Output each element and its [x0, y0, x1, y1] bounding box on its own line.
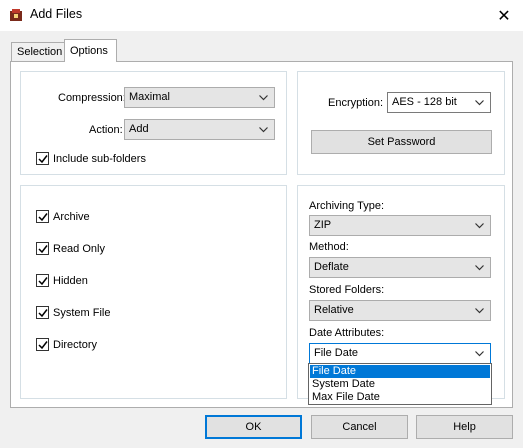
tab-selection[interactable]: Selection [11, 42, 66, 61]
help-button[interactable]: Help [416, 415, 513, 439]
checkmark-icon [38, 213, 48, 222]
system-file-label: System File [53, 307, 111, 319]
tab-options-label: Options [70, 45, 108, 57]
action-select[interactable]: Add [124, 119, 275, 140]
set-password-label: Set Password [367, 136, 436, 148]
dropdown-option-max-file-date[interactable]: Max File Date [310, 391, 490, 404]
system-file-checkbox[interactable] [36, 306, 49, 319]
title-bar: Add Files ✕ [0, 0, 523, 31]
checkmark-icon [38, 245, 48, 254]
app-icon [10, 9, 22, 21]
read-only-label: Read Only [53, 243, 105, 255]
tab-selection-label: Selection [17, 46, 63, 58]
archive-checkbox[interactable] [36, 210, 49, 223]
include-subfolders-label: Include sub-folders [53, 153, 146, 165]
window-title: Add Files [30, 7, 83, 21]
encryption-group: Encryption: AES - 128 bit Set Password [297, 71, 505, 175]
encryption-label: Encryption: [328, 97, 384, 109]
dialog-button-bar: OK Cancel Help [0, 408, 523, 448]
chevron-down-icon [259, 95, 268, 101]
checkmark-icon [38, 341, 48, 350]
date-attributes-select[interactable]: File Date [309, 343, 491, 364]
cancel-button[interactable]: Cancel [311, 415, 408, 439]
method-value: Deflate [314, 261, 349, 273]
action-label: Action: [89, 124, 123, 136]
close-button[interactable]: ✕ [485, 0, 523, 31]
archive-label: Archive [53, 211, 90, 223]
options-panel: Compression: Maximal Action: Add Include… [10, 61, 513, 408]
close-icon: ✕ [497, 7, 511, 25]
date-attributes-dropdown: File Date System Date Max File Date [308, 363, 492, 405]
archiving-type-value: ZIP [314, 219, 332, 231]
compression-label: Compression: [58, 92, 126, 104]
include-subfolders-checkbox[interactable] [36, 152, 49, 165]
chevron-down-icon [475, 223, 484, 229]
checkmark-icon [38, 309, 48, 318]
archiving-type-label: Archiving Type: [309, 200, 385, 212]
compression-select[interactable]: Maximal [124, 87, 275, 108]
encryption-select[interactable]: AES - 128 bit [387, 92, 491, 113]
help-label: Help [453, 421, 476, 433]
ok-button[interactable]: OK [205, 415, 302, 439]
archiving-type-select[interactable]: ZIP [309, 215, 491, 236]
chevron-down-icon [475, 308, 484, 314]
method-label: Method: [309, 241, 349, 253]
attributes-group: Archive Read Only Hidden System File Dir… [20, 185, 287, 399]
chevron-down-icon [475, 351, 484, 357]
compression-group: Compression: Maximal Action: Add Include… [20, 71, 287, 175]
ok-label: OK [245, 421, 262, 433]
checkmark-icon [38, 277, 48, 286]
stored-folders-select[interactable]: Relative [309, 300, 491, 321]
dropdown-option-file-date[interactable]: File Date [310, 365, 490, 378]
chevron-down-icon [259, 127, 268, 133]
action-value: Add [129, 123, 149, 135]
date-attributes-label: Date Attributes: [309, 327, 385, 339]
stored-folders-label: Stored Folders: [309, 284, 385, 296]
dropdown-option-system-date[interactable]: System Date [310, 378, 490, 391]
date-attributes-value: File Date [314, 347, 359, 359]
hidden-label: Hidden [53, 275, 88, 287]
stored-folders-value: Relative [314, 304, 354, 316]
tab-options[interactable]: Options [64, 39, 117, 62]
chevron-down-icon [475, 100, 484, 106]
chevron-down-icon [475, 265, 484, 271]
encryption-value: AES - 128 bit [392, 96, 457, 108]
directory-checkbox[interactable] [36, 338, 49, 351]
read-only-checkbox[interactable] [36, 242, 49, 255]
set-password-button[interactable]: Set Password [311, 130, 492, 154]
hidden-checkbox[interactable] [36, 274, 49, 287]
method-select[interactable]: Deflate [309, 257, 491, 278]
checkmark-icon [38, 155, 48, 164]
directory-label: Directory [53, 339, 98, 351]
compression-value: Maximal [129, 91, 170, 103]
cancel-label: Cancel [342, 421, 377, 433]
